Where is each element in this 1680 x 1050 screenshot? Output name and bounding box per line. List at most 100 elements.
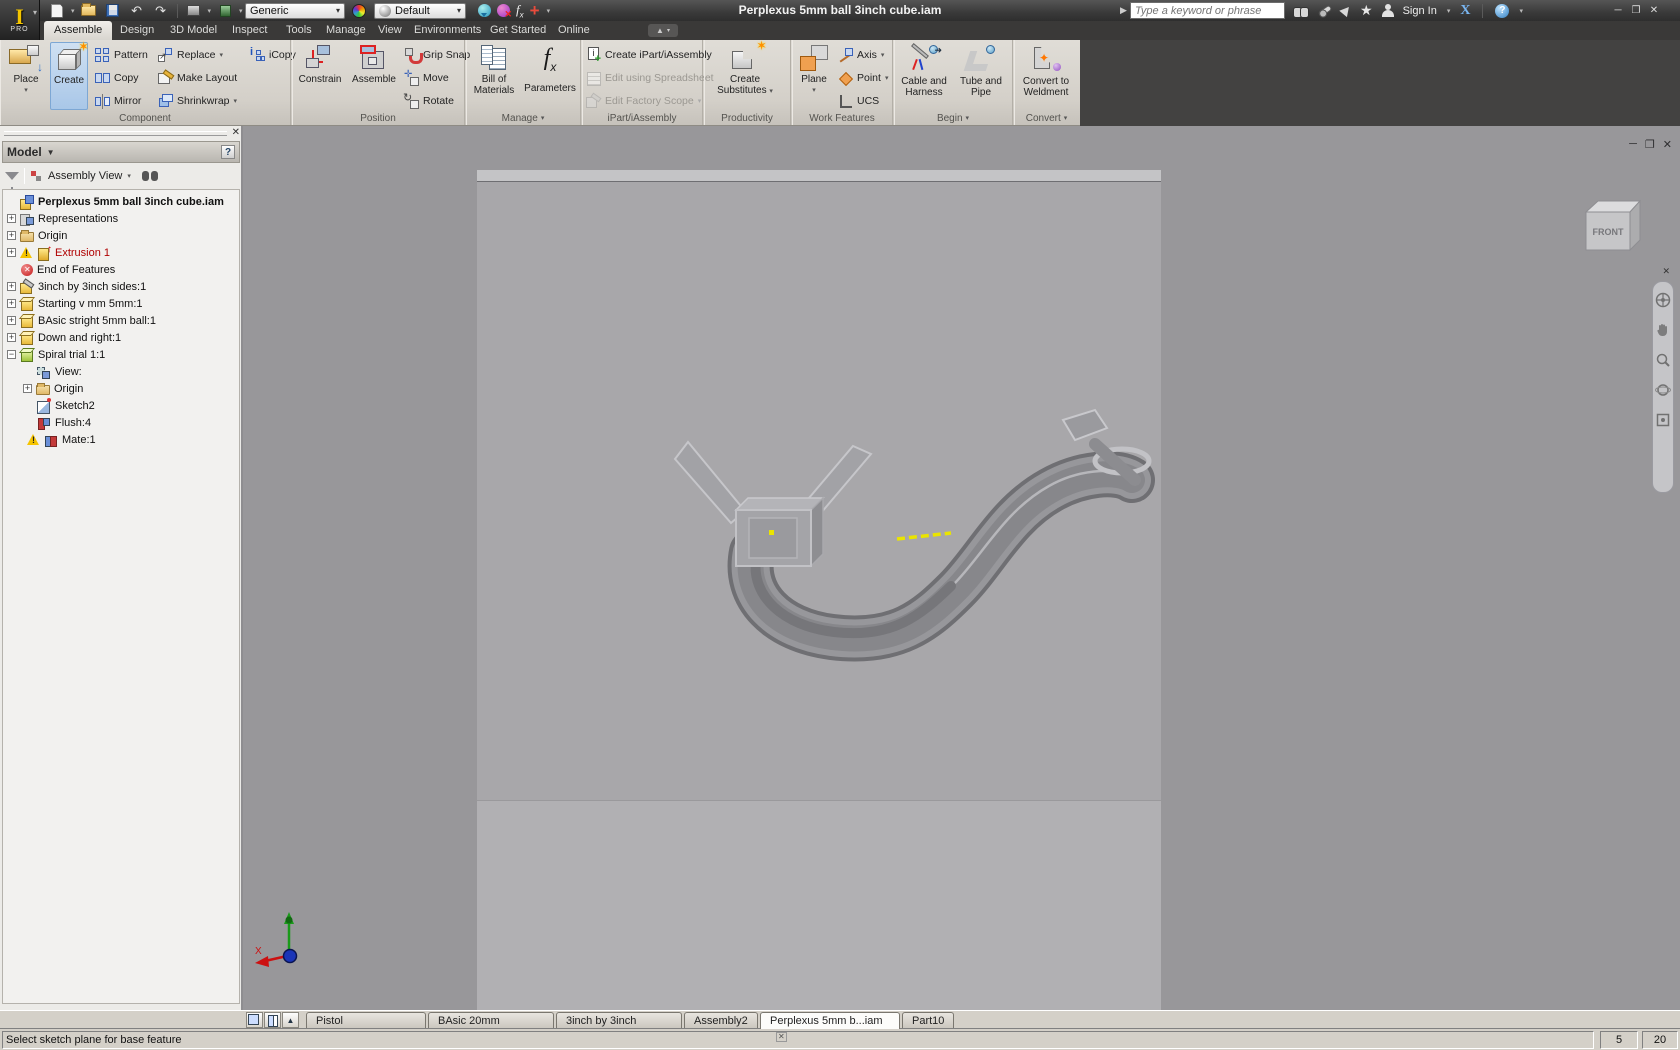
qat-dropdown-icon[interactable]: ▾ bbox=[547, 7, 551, 15]
search-binoculars-icon[interactable] bbox=[1293, 5, 1309, 18]
color-wheel-icon[interactable] bbox=[352, 3, 366, 18]
create-ipart-button[interactable]: Create iPart/iAssembly bbox=[586, 45, 712, 65]
bill-of-materials-button[interactable]: Bill of Materials bbox=[468, 42, 520, 110]
doc-tab-part10[interactable]: Part10 bbox=[902, 1012, 954, 1029]
tree-item[interactable]: Down and right:1 bbox=[38, 332, 121, 344]
doc-tab-pistol[interactable]: Pistol undermount...iam bbox=[306, 1012, 426, 1043]
pattern-button[interactable]: Pattern bbox=[95, 45, 148, 65]
help-icon[interactable]: ? bbox=[1495, 3, 1510, 18]
redo-icon[interactable]: ↷ bbox=[152, 3, 170, 19]
expander[interactable]: + bbox=[7, 248, 16, 257]
point-button[interactable]: Point ▾ bbox=[838, 68, 888, 88]
undo-icon[interactable]: ↶ bbox=[128, 3, 146, 19]
tube-pipe-button[interactable]: Tube and Pipe bbox=[954, 42, 1008, 110]
render-icon[interactable] bbox=[185, 3, 203, 19]
tree-item[interactable]: Flush:4 bbox=[55, 417, 91, 429]
tile-windows-button[interactable] bbox=[264, 1012, 281, 1028]
place-button[interactable]: ↓ Place ▾ bbox=[2, 42, 50, 110]
expander[interactable]: + bbox=[7, 282, 16, 291]
appearance-select[interactable]: Default ▾ bbox=[374, 2, 466, 19]
tab-environments[interactable]: Environments bbox=[404, 21, 491, 40]
new-file-dropdown-icon[interactable]: ▾ bbox=[71, 7, 75, 15]
browser-header[interactable]: Model ▼ ? bbox=[2, 141, 240, 163]
expand-arrow-icon[interactable]: ▶ bbox=[1120, 5, 1127, 16]
tab-close-icon[interactable]: ✕ bbox=[776, 1032, 787, 1042]
tab-tools[interactable]: Tools bbox=[276, 21, 322, 40]
view-selector[interactable]: Assembly View bbox=[48, 170, 122, 182]
tab-manage[interactable]: Manage bbox=[316, 21, 376, 40]
sign-in-dropdown-icon[interactable]: ▾ bbox=[1447, 7, 1451, 15]
doc-tab-assembly2[interactable]: Assembly2 bbox=[684, 1012, 758, 1029]
expand-tabs-button[interactable]: ▲ bbox=[282, 1012, 299, 1028]
favorites-star-icon[interactable]: ★ bbox=[1360, 2, 1373, 19]
update-dropdown-icon[interactable]: ▾ bbox=[239, 7, 243, 15]
expander[interactable]: + bbox=[7, 299, 16, 308]
convert-weldment-button[interactable]: ✦ Convert to Weldment bbox=[1016, 42, 1076, 110]
doc-minimize-icon[interactable]: ─ bbox=[1629, 138, 1637, 151]
subscription-key-icon[interactable] bbox=[1317, 4, 1333, 17]
tree-item[interactable]: View: bbox=[55, 366, 82, 378]
search-input[interactable] bbox=[1131, 4, 1284, 17]
tree-item[interactable]: End of Features bbox=[37, 264, 115, 276]
tab-assemble[interactable]: Assemble bbox=[44, 21, 113, 40]
tree-item[interactable]: Origin bbox=[38, 230, 67, 242]
model-geometry[interactable] bbox=[625, 384, 1185, 724]
create-button[interactable]: ✶ Create bbox=[50, 40, 89, 110]
doc-tab-perplexus[interactable]: Perplexus 5mm b...iam✕ bbox=[760, 1012, 900, 1042]
tree-item[interactable]: Mate:1 bbox=[62, 434, 96, 446]
assemble-button[interactable]: Assemble bbox=[348, 42, 400, 110]
panel-label-work-features[interactable]: Work Features bbox=[792, 111, 892, 125]
inventor-logo-button[interactable]: I PRO ▾ bbox=[0, 0, 40, 40]
doc-tab-3inch-sides[interactable]: 3inch by 3inch sides.ipt bbox=[556, 1012, 682, 1043]
graphics-viewport[interactable]: ─ ❐ ✕ FRONT ✕ X bbox=[245, 126, 1680, 1010]
tree-item[interactable]: Spiral trial 1:1 bbox=[38, 349, 105, 361]
ribbon-collapse-button[interactable]: ▲ ▾ bbox=[648, 24, 678, 37]
chevron-down-icon[interactable]: ▼ bbox=[47, 148, 55, 157]
tree-item[interactable]: Extrusion 1 bbox=[55, 247, 110, 259]
tree-item[interactable]: BAsic stright 5mm ball:1 bbox=[38, 315, 156, 327]
save-icon[interactable] bbox=[104, 3, 122, 19]
browser-close-icon[interactable]: ✕ bbox=[232, 127, 240, 138]
grip-snap-button[interactable]: Grip Snap bbox=[404, 45, 470, 65]
open-icon[interactable] bbox=[80, 3, 98, 19]
doc-tab-basic-20mm[interactable]: BAsic 20mm streight.ipt bbox=[428, 1012, 554, 1043]
tab-inspect[interactable]: Inspect bbox=[222, 21, 277, 40]
cable-harness-button[interactable]: ➜ Cable and Harness bbox=[896, 42, 952, 110]
tree-item[interactable]: Representations bbox=[38, 213, 118, 225]
browser-help-icon[interactable]: ? bbox=[221, 145, 235, 159]
panel-label-convert[interactable]: Convert ▾ bbox=[1014, 111, 1079, 125]
plane-button[interactable]: Plane ▾ bbox=[794, 42, 834, 110]
communication-center-icon[interactable] bbox=[1339, 3, 1353, 18]
copy-button[interactable]: Copy bbox=[95, 68, 139, 88]
expander[interactable]: + bbox=[7, 214, 16, 223]
panel-label-position[interactable]: Position bbox=[292, 111, 464, 125]
tree-item[interactable]: Origin bbox=[54, 383, 83, 395]
tab-get-started[interactable]: Get Started bbox=[480, 21, 556, 40]
tab-design[interactable]: Design bbox=[110, 21, 164, 40]
expander[interactable]: − bbox=[7, 350, 16, 359]
panel-label-productivity[interactable]: Productivity bbox=[704, 111, 790, 125]
navigation-bar[interactable] bbox=[1652, 281, 1674, 493]
parameters-fx-icon[interactable]: fx bbox=[516, 2, 524, 20]
panel-label-ipart[interactable]: iPart/iAssembly bbox=[582, 111, 702, 125]
browser-grip[interactable]: ✕ bbox=[0, 127, 243, 140]
tab-3d-model[interactable]: 3D Model bbox=[160, 21, 227, 40]
minimize-button[interactable]: ─ bbox=[1610, 4, 1626, 18]
tab-online[interactable]: Online bbox=[548, 21, 600, 40]
user-icon[interactable] bbox=[1381, 4, 1394, 17]
add-icon[interactable]: + bbox=[530, 2, 540, 19]
tree-item[interactable]: Sketch2 bbox=[55, 400, 95, 412]
make-layout-button[interactable]: Make Layout bbox=[158, 68, 237, 88]
doc-close-icon[interactable]: ✕ bbox=[1663, 138, 1672, 151]
constrain-button[interactable]: Constrain bbox=[294, 42, 346, 110]
help-dropdown-icon[interactable]: ▾ bbox=[1519, 7, 1523, 15]
mirror-button[interactable]: Mirror bbox=[95, 91, 141, 111]
expander[interactable]: + bbox=[7, 231, 16, 240]
panel-label-manage[interactable]: Manage ▾ bbox=[466, 111, 580, 125]
create-substitutes-button[interactable]: ✶ Create Substitutes ▾ bbox=[712, 39, 778, 110]
appearance-filter-icon[interactable] bbox=[478, 4, 491, 17]
clear-appearance-icon[interactable] bbox=[497, 4, 512, 20]
move-button[interactable]: Move bbox=[404, 68, 449, 88]
cascade-windows-button[interactable] bbox=[246, 1012, 263, 1028]
tree-item[interactable]: Starting v mm 5mm:1 bbox=[38, 298, 143, 310]
